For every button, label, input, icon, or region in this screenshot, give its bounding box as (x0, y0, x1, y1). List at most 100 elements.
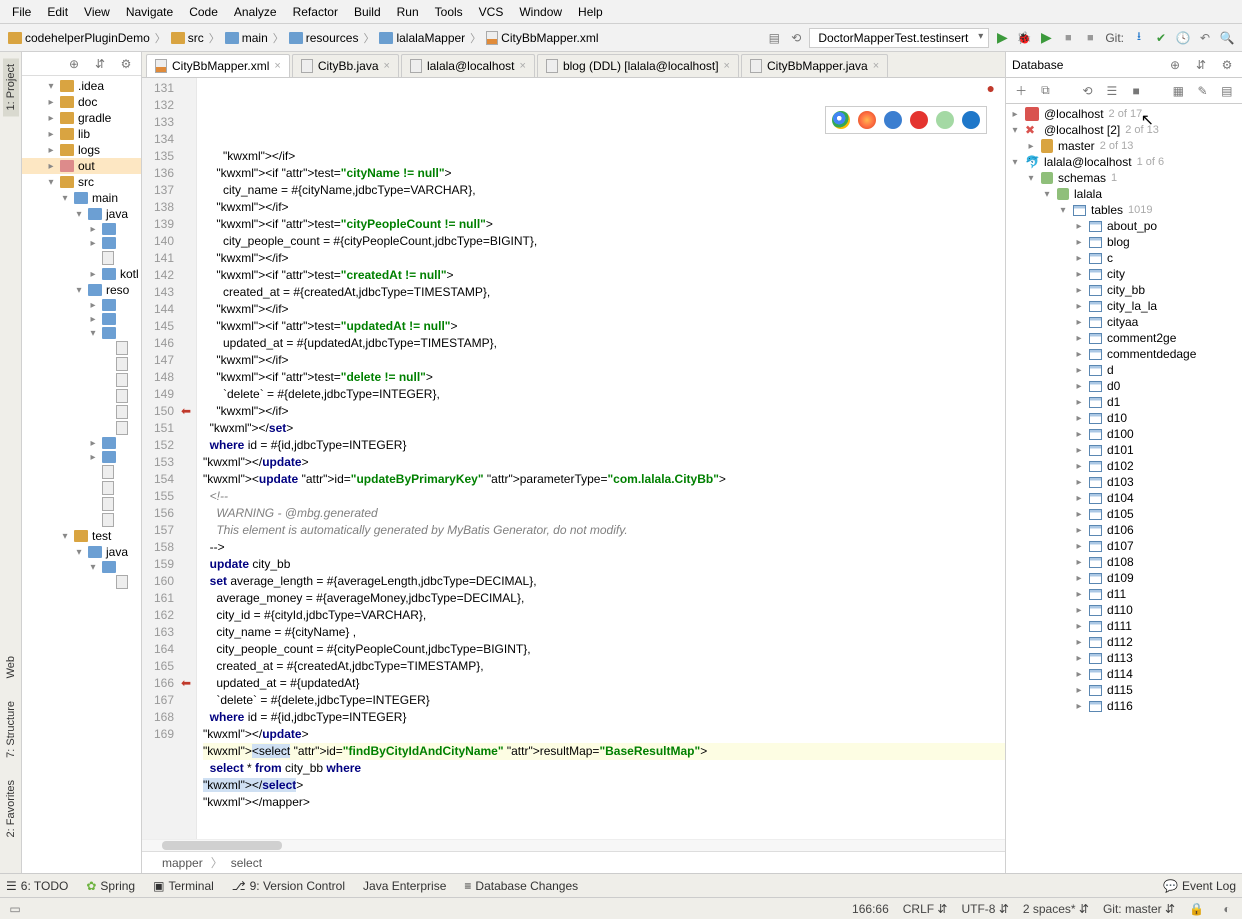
build-icon[interactable]: ▤ (765, 29, 783, 47)
project-node[interactable] (22, 480, 141, 496)
db-node[interactable]: ▸master 2 of 13 (1006, 138, 1242, 154)
close-icon[interactable]: × (274, 60, 280, 72)
db-node[interactable]: ▸d106 (1006, 522, 1242, 538)
toolwindow-favorites-tab[interactable]: 2: Favorites (3, 774, 19, 843)
project-node[interactable]: ▸logs (22, 142, 141, 158)
db-node[interactable]: ▸city_bb (1006, 282, 1242, 298)
db-node[interactable]: ▸d11 (1006, 586, 1242, 602)
menu-run[interactable]: Run (389, 2, 427, 22)
collapse-icon[interactable]: ⇵ (91, 55, 109, 73)
project-node[interactable]: ▸ (22, 436, 141, 450)
project-node[interactable] (22, 512, 141, 528)
breadcrumb-item[interactable]: lalalaMapper (377, 30, 467, 46)
settings-icon[interactable]: ⚙ (117, 55, 135, 73)
git-pull-icon[interactable]: ⭳ (1130, 29, 1148, 47)
db-edit-icon[interactable]: ✎ (1195, 82, 1209, 100)
project-node[interactable] (22, 250, 141, 266)
db-node[interactable]: ▸d100 (1006, 426, 1242, 442)
breadcrumb-item[interactable]: CityBbMapper.xml (484, 30, 600, 46)
project-node[interactable]: ▸lib (22, 126, 141, 142)
status-msg-icon[interactable]: ▭ (6, 900, 24, 918)
menu-file[interactable]: File (4, 2, 39, 22)
eventlog-tab[interactable]: 💬 Event Log (1163, 879, 1236, 893)
db-node[interactable]: ▸d114 (1006, 666, 1242, 682)
db-node[interactable]: ▾✖@localhost [2] 2 of 13 (1006, 122, 1242, 138)
project-node[interactable]: ▸out (22, 158, 141, 174)
sync-icon[interactable]: ⟲ (787, 29, 805, 47)
safari-icon[interactable] (884, 111, 902, 129)
db-node[interactable]: ▾tables 1019 (1006, 202, 1242, 218)
toolwindow-structure-tab[interactable]: 7: Structure (3, 695, 19, 764)
project-node[interactable] (22, 356, 141, 372)
db-node[interactable]: ▸c (1006, 250, 1242, 266)
menu-tools[interactable]: Tools (427, 2, 471, 22)
project-node[interactable]: ▾test (22, 528, 141, 544)
db-node[interactable]: ▾schemas 1 (1006, 170, 1242, 186)
lock-icon[interactable]: 🔒 (1189, 902, 1204, 916)
project-node[interactable]: ▸ (22, 236, 141, 250)
db-node[interactable]: ▸d111 (1006, 618, 1242, 634)
project-node[interactable]: ▾.idea (22, 78, 141, 94)
menu-vcs[interactable]: VCS (471, 2, 512, 22)
db-node[interactable]: ▸d107 (1006, 538, 1242, 554)
project-node[interactable]: ▾ (22, 560, 141, 574)
menu-refactor[interactable]: Refactor (285, 2, 346, 22)
terminal-tab[interactable]: ▣ Terminal (153, 879, 214, 893)
toolwindow-project-tab[interactable]: 1: Project (3, 58, 19, 116)
db-node[interactable]: ▸d109 (1006, 570, 1242, 586)
firefox-icon[interactable] (858, 111, 876, 129)
db-collapse-icon[interactable]: ⇵ (1192, 56, 1210, 74)
debug-icon[interactable]: 🐞 (1015, 29, 1033, 47)
breadcrumb-item[interactable]: main (223, 30, 270, 46)
db-node[interactable]: ▸d104 (1006, 490, 1242, 506)
menu-window[interactable]: Window (511, 2, 570, 22)
line-ending[interactable]: CRLF ⇵ (903, 902, 948, 916)
editor-tab[interactable]: CityBbMapper.java× (741, 54, 888, 77)
db-new-icon[interactable]: ＋ (1014, 82, 1028, 100)
project-node[interactable]: ▸ (22, 222, 141, 236)
db-node[interactable]: ▸d112 (1006, 634, 1242, 650)
coverage-icon[interactable]: ▶ (1037, 29, 1055, 47)
db-settings-icon[interactable]: ⚙ (1218, 56, 1236, 74)
search-icon[interactable]: 🔍 (1218, 29, 1236, 47)
db-sync-icon[interactable]: ⟲ (1080, 82, 1094, 100)
close-icon[interactable]: × (520, 60, 526, 72)
encoding[interactable]: UTF-8 ⇵ (961, 902, 1008, 916)
editor-tab[interactable]: blog (DDL) [lalala@localhost]× (537, 54, 739, 77)
project-node[interactable]: ▸gradle (22, 110, 141, 126)
project-node[interactable]: ▸ (22, 312, 141, 326)
horizontal-scrollbar[interactable] (142, 839, 1005, 851)
db-node[interactable]: ▸d101 (1006, 442, 1242, 458)
git-history-icon[interactable]: 🕓 (1174, 29, 1192, 47)
db-node[interactable]: ▸d108 (1006, 554, 1242, 570)
spring-tab[interactable]: ✿ Spring (86, 879, 135, 893)
db-stop-icon[interactable]: ■ (1129, 82, 1143, 100)
jee-tab[interactable]: Java Enterprise (363, 879, 446, 893)
run-icon[interactable]: ▶ (993, 29, 1011, 47)
crumb-mapper[interactable]: mapper (162, 856, 203, 870)
db-node[interactable]: ▸d102 (1006, 458, 1242, 474)
close-icon[interactable]: × (873, 60, 879, 72)
project-node[interactable]: ▾java (22, 206, 141, 222)
git-branch[interactable]: Git: master ⇵ (1103, 902, 1175, 916)
project-node[interactable]: ▸ (22, 298, 141, 312)
project-node[interactable]: ▾src (22, 174, 141, 190)
menu-analyze[interactable]: Analyze (226, 2, 285, 22)
db-ddl-icon[interactable]: ▤ (1220, 82, 1234, 100)
project-node[interactable] (22, 420, 141, 436)
db-node[interactable]: ▸d (1006, 362, 1242, 378)
db-node[interactable]: ▸about_po (1006, 218, 1242, 234)
db-node[interactable]: ▸d116 (1006, 698, 1242, 714)
menu-view[interactable]: View (76, 2, 118, 22)
menu-code[interactable]: Code (181, 2, 226, 22)
project-node[interactable] (22, 372, 141, 388)
gutter-error-icon[interactable]: ⬅ (178, 403, 194, 419)
project-node[interactable]: ▾java (22, 544, 141, 560)
git-commit-icon[interactable]: ✔ (1152, 29, 1170, 47)
project-node[interactable]: ▸ (22, 450, 141, 464)
indent[interactable]: 2 spaces* ⇵ (1023, 902, 1089, 916)
todo-tab[interactable]: ☰ 6: TODO (6, 879, 68, 893)
db-node[interactable]: ▸@localhost 2 of 17 (1006, 106, 1242, 122)
editor-tab[interactable]: CityBbMapper.xml× (146, 54, 290, 77)
project-node[interactable] (22, 340, 141, 356)
